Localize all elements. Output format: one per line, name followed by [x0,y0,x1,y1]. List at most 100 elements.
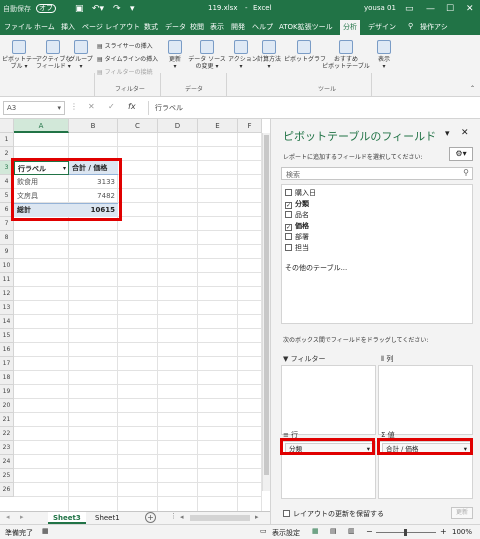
row-header[interactable]: 24 [0,455,14,469]
display-settings-icon[interactable]: ▭ [260,527,267,535]
redo-icon[interactable]: ↷ [113,3,121,15]
tab-file[interactable]: ファイル [4,22,32,32]
checkbox[interactable] [283,510,290,517]
row-header[interactable]: 1 [0,133,14,147]
maximize-icon[interactable]: ☐ [446,3,454,15]
field-item[interactable]: 品名 [285,210,309,220]
tab-design[interactable]: デザイン [368,22,396,32]
change-source-button[interactable]: データ ソース の変更 ▾ [188,40,226,70]
row-header[interactable]: 23 [0,441,14,455]
row-header[interactable]: 21 [0,413,14,427]
name-box[interactable]: A3 ▾ [3,101,65,115]
zoom-slider-thumb[interactable] [404,529,407,536]
enter-icon[interactable]: ✓ [108,102,115,111]
hscroll-left-icon[interactable]: ◂ [180,513,184,521]
page-break-view-icon[interactable]: ▥ [348,527,355,535]
tab-formulas[interactable]: 数式 [144,22,158,32]
formula-options-icon[interactable]: ⋮ [70,102,78,111]
customize-qat-icon[interactable]: ▾ [130,3,135,15]
tab-analyze[interactable]: 分析 [340,20,360,35]
sheet-tab-sheet3[interactable]: Sheet3 [48,512,86,524]
checkbox[interactable] [285,189,292,196]
minimize-icon[interactable]: — [426,3,435,15]
tab-view[interactable]: 表示 [210,22,224,32]
scrollbar-thumb[interactable] [264,135,269,475]
checkbox[interactable]: ✓ [285,224,292,231]
insert-slicer-button[interactable]: ▤ スライサーの挿入 [97,41,153,50]
tell-me-icon[interactable]: ⚲ [408,22,413,30]
hscroll-right-icon[interactable]: ▸ [255,513,259,521]
row-header[interactable]: 11 [0,273,14,287]
pane-close-icon[interactable]: ✕ [461,128,469,138]
column-header-e[interactable]: E [198,119,238,133]
show-button[interactable]: 表示 ▾ [373,40,395,70]
field-item[interactable]: 部署 [285,232,309,242]
insert-timeline-button[interactable]: ▤ タイムラインの挿入 [97,54,158,63]
vertical-scrollbar[interactable] [262,133,270,491]
row-header[interactable]: 14 [0,315,14,329]
insert-function-icon[interactable]: fx [128,102,136,111]
checkbox[interactable] [285,233,292,240]
tab-help[interactable]: ヘルプ [252,22,273,32]
collapse-ribbon-icon[interactable]: ⌃ [470,85,475,92]
field-layout-button[interactable]: ⚙▾ [449,147,473,161]
page-layout-view-icon[interactable]: ▤ [330,527,337,535]
close-icon[interactable]: ✕ [466,3,474,15]
user-name[interactable]: yousa 01 [364,4,396,12]
tab-insert[interactable]: 挿入 [61,22,75,32]
zoom-out-icon[interactable]: − [366,527,373,536]
cancel-icon[interactable]: ✕ [88,102,95,111]
tab-data[interactable]: データ [165,22,186,32]
tab-developer[interactable]: 開発 [231,22,245,32]
zoom-in-icon[interactable]: + [440,527,447,536]
defer-update-checkbox[interactable]: レイアウトの更新を保留する [283,509,384,519]
select-all-corner[interactable] [0,119,14,133]
row-header[interactable]: 13 [0,301,14,315]
sheet-tab-sheet1[interactable]: Sheet1 [90,512,125,524]
undo-icon[interactable]: ↶▾ [92,3,104,15]
checkbox[interactable] [285,244,292,251]
prev-sheet-icon[interactable]: ◂ [6,513,10,521]
row-header[interactable]: 8 [0,231,14,245]
worksheet-grid[interactable]: A B C D E F 1 2 3 4 5 6 7 8 9 10 11 12 13 14 15 16 17 18 1… [0,119,270,511]
formula-input[interactable]: 行ラベル [148,101,472,115]
pivot-chart-button[interactable]: ピボットグラフ [284,40,326,63]
sheet-options-icon[interactable]: ⋮ [170,512,177,520]
row-header[interactable]: 22 [0,427,14,441]
checkbox[interactable] [285,211,292,218]
field-item[interactable]: ✓ 価格 [285,221,309,231]
row-header[interactable]: 10 [0,259,14,273]
pane-options-icon[interactable]: ▾ [445,129,450,139]
tell-me-input[interactable]: 操作アシ [420,22,448,32]
field-item[interactable]: 担当 [285,243,309,253]
column-header-d[interactable]: D [158,119,198,133]
active-field-button[interactable]: アクティブな フィールド ▾ [36,40,71,70]
normal-view-icon[interactable]: ▦ [312,527,319,535]
columns-area[interactable] [378,365,473,435]
row-header[interactable]: 9 [0,245,14,259]
save-icon[interactable]: ▣ [75,3,84,15]
tab-page-layout[interactable]: ページ レイアウト [82,22,140,32]
field-item[interactable]: 購入日 [285,188,316,198]
row-header[interactable]: 18 [0,371,14,385]
macro-record-icon[interactable]: ▦ [42,527,49,535]
row-header[interactable]: 26 [0,483,14,497]
refresh-button[interactable]: 更新 ▾ [163,40,187,70]
field-search-input[interactable]: 検索 ⚲ [281,167,473,180]
actions-button[interactable]: アクション ▾ [228,40,258,70]
tab-atok[interactable]: ATOK拡張ツール [279,22,333,32]
next-sheet-icon[interactable]: ▸ [20,513,24,521]
ribbon-display-icon[interactable]: ▭ [405,3,414,15]
group-button[interactable]: グループ ▾ [68,40,94,70]
add-sheet-icon[interactable]: + [145,512,156,523]
row-header[interactable]: 15 [0,329,14,343]
filters-area[interactable] [281,365,376,435]
row-header[interactable]: 17 [0,357,14,371]
row-header[interactable]: 19 [0,385,14,399]
zoom-level[interactable]: 100% [452,528,472,536]
row-header[interactable]: 25 [0,469,14,483]
zoom-slider[interactable] [376,529,436,536]
field-item[interactable]: ✓ 分類 [285,199,309,209]
row-header[interactable]: 16 [0,343,14,357]
column-header-b[interactable]: B [69,119,118,133]
